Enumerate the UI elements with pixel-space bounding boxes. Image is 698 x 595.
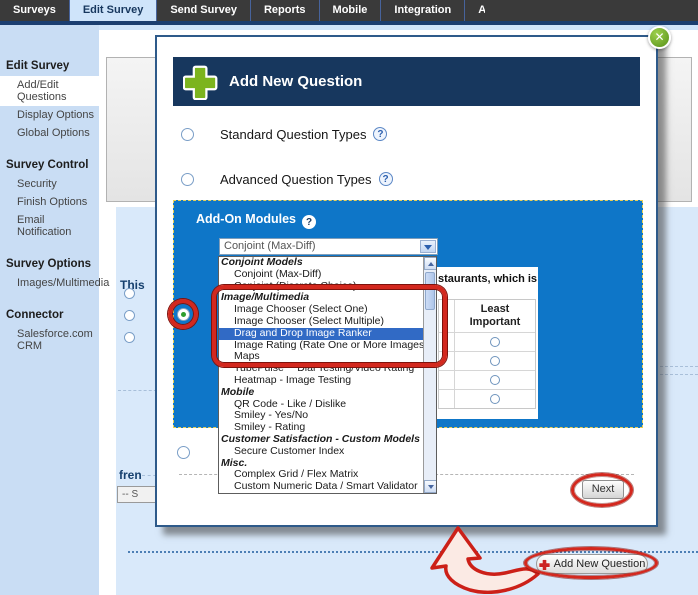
sidebar-entry[interactable]: Finish Options — [0, 193, 99, 211]
preview-radio[interactable] — [490, 375, 500, 385]
nav-tab[interactable]: Edit Survey — [70, 0, 158, 21]
dropdown-option[interactable]: Heatmap - Image Testing — [219, 375, 436, 387]
maxdiff-preview-panel: staurants, which is LeastImportant — [437, 267, 538, 419]
nav-tab[interactable]: Reports — [251, 0, 320, 21]
advanced-question-types-option[interactable]: Advanced Question Types ? — [181, 170, 393, 188]
radio-button[interactable] — [181, 173, 194, 186]
sidebar-entry[interactable]: Add/Edit Questions — [0, 76, 99, 106]
sidebar-entry[interactable]: Salesforce.com CRM — [0, 325, 99, 355]
dropdown-option[interactable]: Custom Numeric Data / Smart Validator — [219, 481, 436, 493]
standard-question-types-option[interactable]: Standard Question Types ? — [181, 125, 387, 143]
dropdown-scrollbar[interactable] — [423, 257, 436, 493]
add-question-dialog: Add New Question Standard Question Types… — [155, 35, 658, 527]
sidebar-entry[interactable]: Security — [0, 175, 99, 193]
dropdown-option[interactable]: Customer Satisfaction - Custom Models — [219, 434, 436, 446]
option-label: Standard Question Types — [220, 127, 366, 142]
sidebar-entry[interactable]: Images/Multimedia — [0, 274, 99, 292]
help-icon[interactable]: ? — [302, 215, 316, 229]
nav-tab[interactable]: Surveys — [0, 0, 70, 21]
preview-table: LeastImportant — [438, 299, 536, 409]
add-new-question-label: Add New Question — [554, 558, 646, 570]
background-french-label: fren — [119, 468, 142, 482]
nav-filler — [485, 0, 698, 21]
background-dashed-divider — [660, 366, 698, 367]
option-label: Advanced Question Types — [220, 172, 372, 187]
addon-modules-dropdown-list: Conjoint Models Conjoint (Max-Diff) Conj… — [218, 256, 437, 494]
dropdown-option[interactable]: Drag and Drop Image Ranker — [219, 328, 436, 340]
nav-tab[interactable]: Integration — [381, 0, 465, 21]
preview-radio[interactable] — [490, 356, 500, 366]
sidebar-entry[interactable]: Global Options — [0, 124, 99, 142]
addon-modules-select[interactable]: Conjoint (Max-Diff) — [219, 238, 438, 255]
radio-button[interactable] — [177, 446, 190, 459]
sidebar: Edit Survey Add/Edit Questions Display O… — [0, 25, 99, 595]
plus-icon — [539, 559, 550, 570]
select-value: Conjoint (Max-Diff) — [224, 240, 316, 252]
dialog-header: Add New Question — [173, 57, 640, 106]
selected-radio-button[interactable] — [177, 308, 190, 321]
scrollbar-thumb[interactable] — [425, 272, 435, 310]
help-icon[interactable]: ? — [379, 172, 393, 186]
add-new-question-button[interactable]: Add New Question — [536, 554, 648, 574]
sidebar-entry[interactable]: Survey Options — [0, 254, 99, 274]
scroll-up-icon[interactable] — [424, 257, 437, 270]
addon-modules-title: Add-On Modules? — [196, 212, 316, 229]
dropdown-option[interactable]: Conjoint (Max-Diff) — [219, 269, 436, 281]
preview-question-fragment: staurants, which is — [438, 273, 538, 285]
screen: Surveys Edit Survey Send Survey Reports … — [0, 0, 698, 595]
scroll-down-icon[interactable] — [424, 480, 437, 493]
background-dashed-divider — [660, 374, 698, 375]
help-icon[interactable]: ? — [373, 127, 387, 141]
sidebar-entry[interactable]: Display Options — [0, 106, 99, 124]
background-radio[interactable] — [124, 288, 135, 299]
chevron-down-icon[interactable] — [420, 240, 436, 253]
radio-button[interactable] — [181, 128, 194, 141]
top-band — [0, 25, 698, 30]
nav-tab[interactable]: Mobile — [320, 0, 382, 21]
sidebar-entry[interactable]: Email Notification — [0, 211, 99, 241]
preview-radio[interactable] — [490, 394, 500, 404]
next-button[interactable]: Next — [582, 480, 624, 499]
background-radio[interactable] — [124, 310, 135, 321]
preview-radio[interactable] — [490, 337, 500, 347]
dropdown-option[interactable]: Secure Customer Index — [219, 446, 436, 458]
sidebar-entry[interactable]: Connector — [0, 305, 99, 325]
add-plus-icon — [183, 64, 219, 100]
dropdown-option[interactable]: Mobile — [219, 387, 436, 399]
dropdown-option[interactable]: Image Chooser (Select Multiple) — [219, 316, 436, 328]
sidebar-entry[interactable]: Edit Survey — [0, 56, 99, 76]
close-icon[interactable]: ✕ — [648, 26, 671, 49]
dialog-title: Add New Question — [229, 73, 362, 90]
sidebar-entry[interactable]: Survey Control — [0, 155, 99, 175]
background-radio[interactable] — [124, 332, 135, 343]
nav-tab[interactable]: Send Survey — [157, 0, 251, 21]
least-important-header: LeastImportant — [455, 300, 535, 332]
bottom-dashed-divider — [128, 551, 698, 553]
